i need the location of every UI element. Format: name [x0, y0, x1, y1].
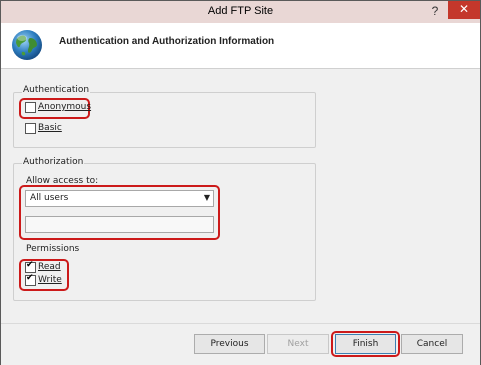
- wizard-header: Authentication and Authorization Informa…: [1, 23, 480, 69]
- write-checkbox[interactable]: [25, 273, 36, 286]
- finish-button[interactable]: Finish: [335, 334, 396, 354]
- authentication-group-label: Authentication: [22, 85, 91, 95]
- write-label[interactable]: Write: [38, 275, 62, 285]
- basic-checkbox[interactable]: [25, 123, 36, 134]
- authorization-group-label: Authorization: [22, 157, 85, 167]
- globe-icon: [12, 30, 42, 60]
- cancel-button[interactable]: Cancel: [401, 334, 463, 354]
- read-checkbox[interactable]: [25, 260, 36, 273]
- add-ftp-site-dialog: Add FTP Site ? ✕ Authentication and Auth…: [0, 0, 481, 365]
- anonymous-checkbox[interactable]: [25, 102, 36, 113]
- chevron-down-icon[interactable]: ▼: [204, 193, 210, 202]
- title-bar[interactable]: Add FTP Site ? ✕: [1, 1, 480, 23]
- anonymous-label[interactable]: Anonymous: [38, 102, 91, 112]
- read-label[interactable]: Read: [38, 262, 61, 272]
- close-button[interactable]: ✕: [448, 1, 480, 19]
- allow-access-select[interactable]: All users ▼: [25, 190, 214, 207]
- help-button[interactable]: ?: [427, 4, 443, 18]
- users-input[interactable]: [25, 216, 214, 233]
- basic-label[interactable]: Basic: [38, 123, 62, 133]
- allow-access-value: All users: [30, 193, 69, 203]
- next-button[interactable]: Next: [267, 334, 329, 354]
- permissions-label: Permissions: [26, 244, 80, 254]
- window-title: Add FTP Site: [207, 5, 274, 17]
- page-title: Authentication and Authorization Informa…: [59, 36, 275, 47]
- previous-button[interactable]: Previous: [194, 334, 265, 354]
